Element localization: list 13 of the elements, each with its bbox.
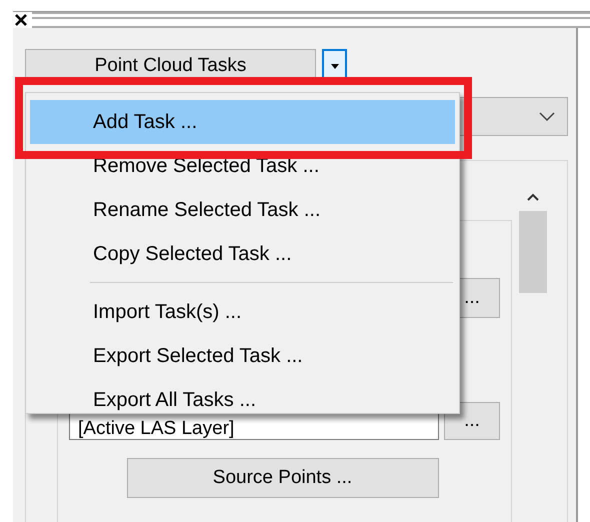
- close-icon[interactable]: [14, 13, 28, 27]
- menu-item[interactable]: Add Task ...: [30, 100, 455, 144]
- menu-item[interactable]: Remove Selected Task ...: [30, 144, 455, 188]
- menu-item[interactable]: Export Selected Task ...: [30, 334, 455, 378]
- scroll-up-icon[interactable]: [527, 193, 539, 201]
- caret-icon: [330, 64, 338, 68]
- scroll-thumb[interactable]: [519, 211, 547, 293]
- menu-item[interactable]: Rename Selected Task ...: [30, 188, 455, 232]
- chevron-icon: [539, 112, 555, 121]
- browse-button[interactable]: ...: [444, 402, 500, 440]
- menu-item[interactable]: Copy Selected Task ...: [30, 232, 455, 276]
- source-points-button[interactable]: Source Points ...: [126, 458, 438, 498]
- grip-bar[interactable]: [32, 12, 590, 28]
